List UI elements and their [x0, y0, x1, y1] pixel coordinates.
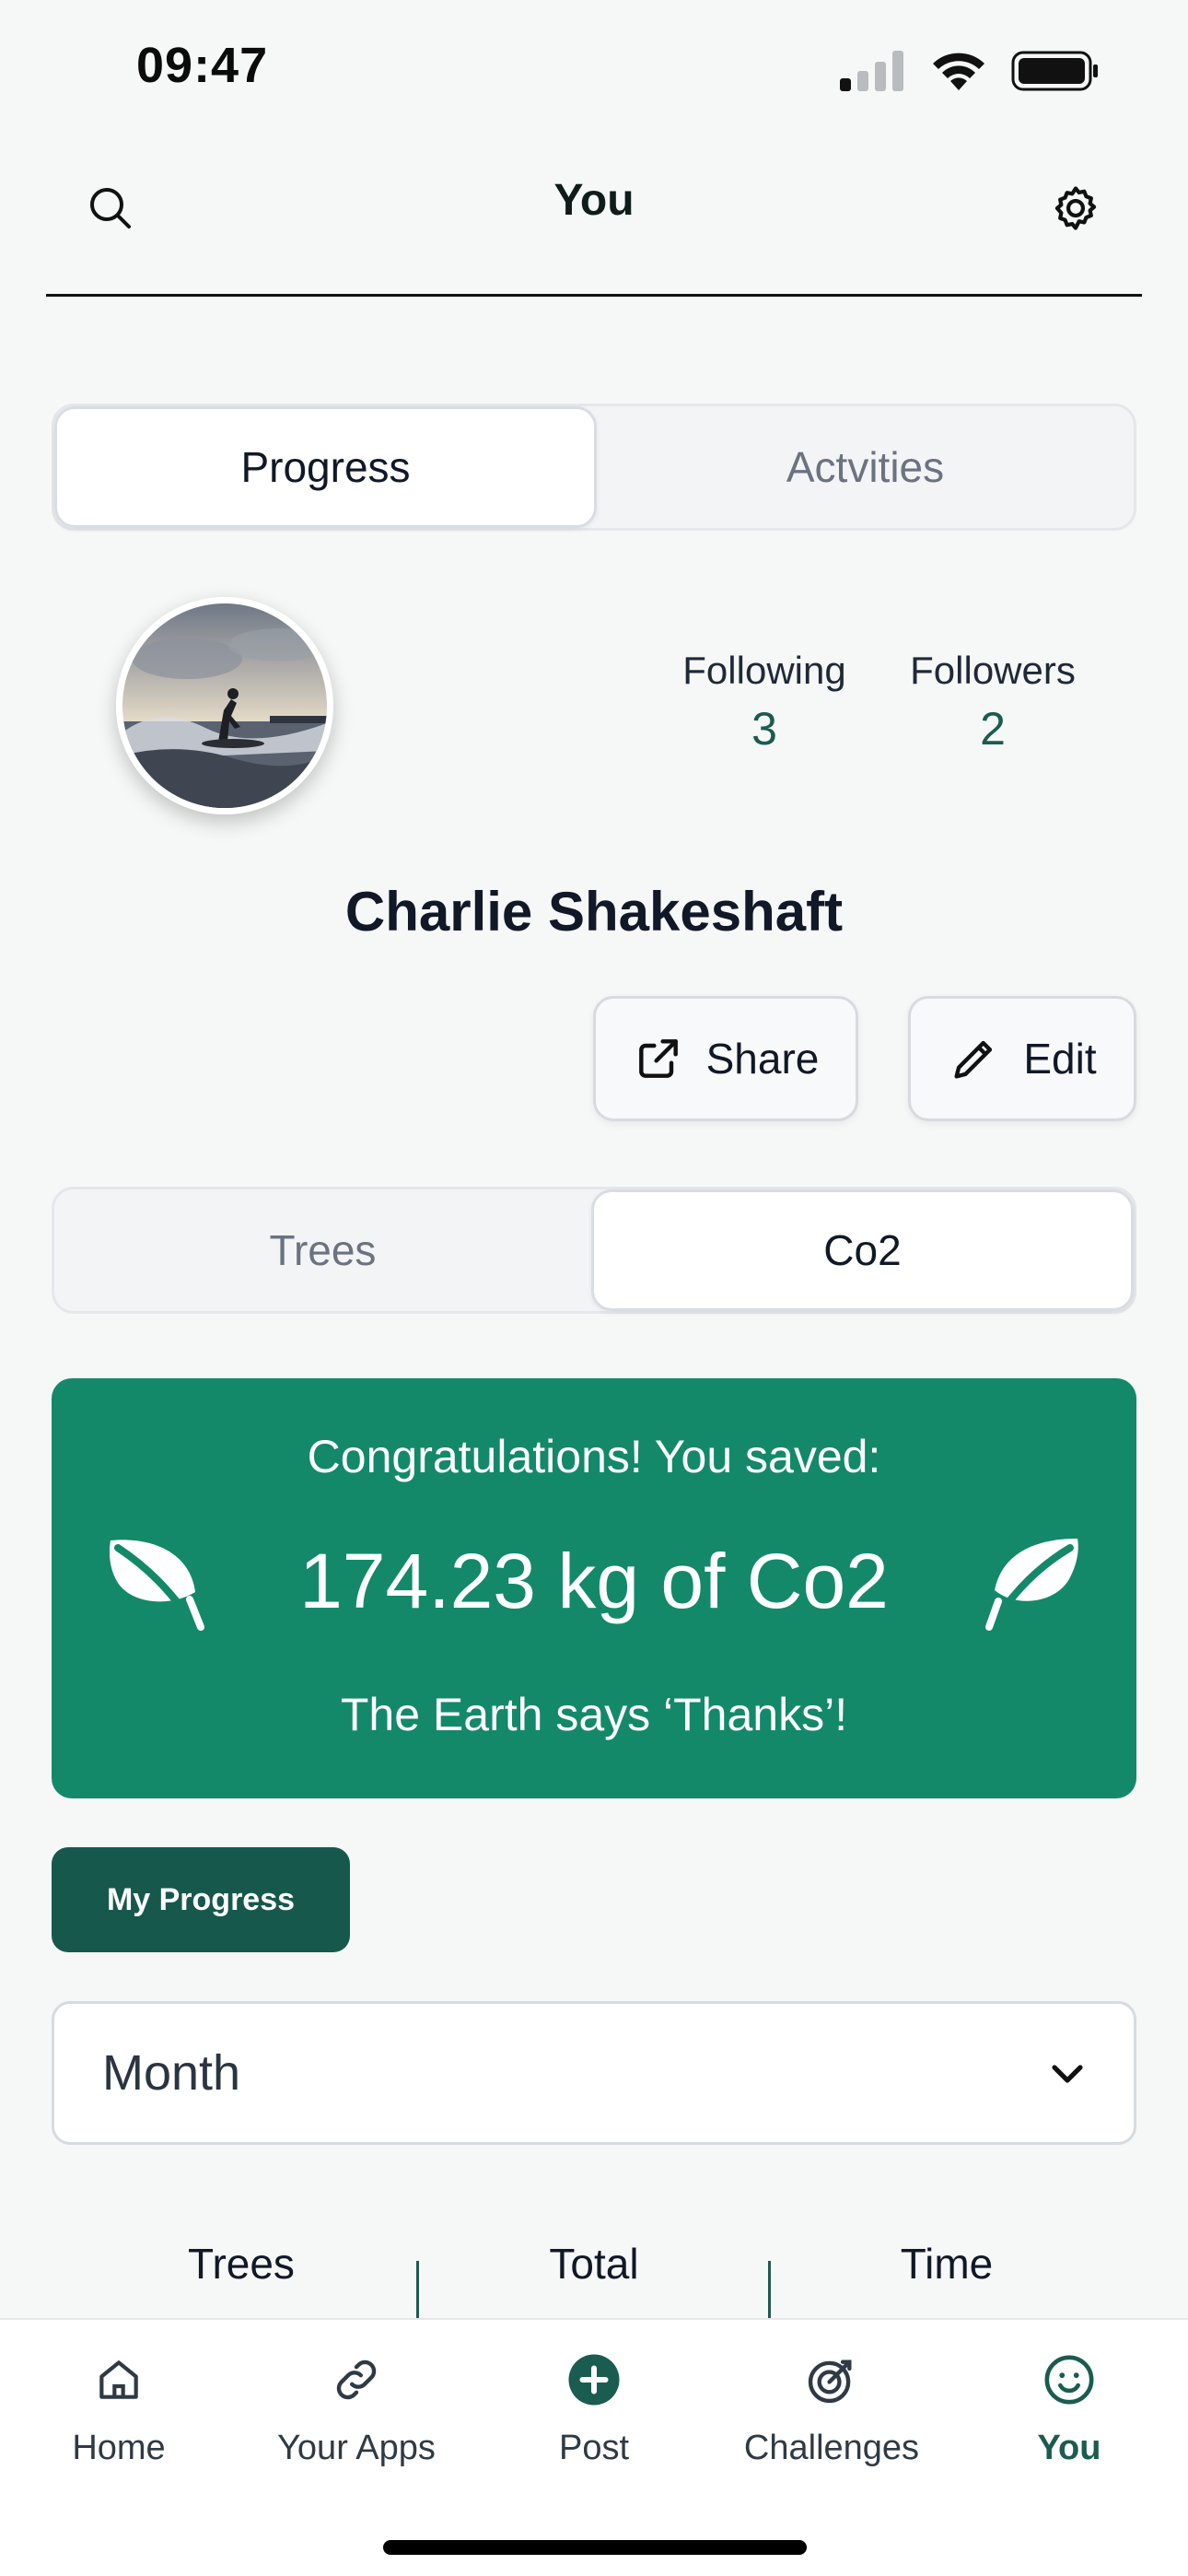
tab-challenges[interactable]: Challenges [716, 2348, 947, 2468]
wifi-icon [933, 53, 984, 90]
followers-count: 2 [980, 703, 1006, 755]
share-button[interactable]: Share [593, 996, 858, 1121]
savings-banner: Congratulations! You saved: 174.23 kg of… [52, 1378, 1136, 1798]
edit-label: Edit [1023, 1035, 1097, 1083]
leaf-icon [985, 1539, 1078, 1631]
tab-home[interactable]: Home [4, 2348, 234, 2468]
profile-tabs: Progress Actvities [52, 404, 1136, 531]
followers-label: Followers [910, 649, 1076, 692]
tab-co2[interactable]: Co2 [591, 1189, 1134, 1311]
following-label: Following [682, 649, 846, 692]
progress-summary: Trees Total Time [0, 2239, 1188, 2344]
bottom-tab-bar: Home Your Apps Post Challenges You [0, 2318, 1188, 2576]
tab-home-label: Home [72, 2429, 166, 2467]
edit-button[interactable]: Edit [908, 996, 1136, 1121]
tab-your-apps[interactable]: Your Apps [241, 2348, 472, 2468]
summary-trees-label: Trees [188, 2240, 295, 2288]
tab-progress[interactable]: Progress [54, 406, 597, 528]
period-select[interactable]: Month [52, 2001, 1136, 2145]
tab-your-apps-label: Your Apps [277, 2429, 436, 2467]
status-time: 09:47 [136, 38, 269, 93]
following-stat[interactable]: Following 3 [672, 649, 856, 755]
tab-activities[interactable]: Actvities [597, 406, 1134, 528]
target-icon [808, 2359, 852, 2404]
tab-challenges-label: Challenges [743, 2429, 920, 2467]
followers-stat[interactable]: Followers 2 [899, 649, 1087, 755]
following-count: 3 [751, 703, 777, 755]
avatar[interactable] [116, 597, 333, 814]
co2-amount: 174.23 kg of Co2 [299, 1538, 889, 1624]
top-header: You [46, 138, 1142, 297]
summary-trees: Trees [120, 2239, 363, 2296]
page-title: You [553, 176, 635, 225]
smile-icon [1044, 2355, 1094, 2405]
tab-you[interactable]: You [954, 2348, 1184, 2468]
summary-total: Total [473, 2239, 715, 2296]
profile-name: Charlie Shakeshaft [344, 881, 844, 943]
external-link-icon [638, 1039, 678, 1078]
summary-total-label: Total [549, 2240, 639, 2288]
tab-trees[interactable]: Trees [54, 1189, 591, 1311]
status-icons [840, 50, 1100, 92]
banner-thanks: The Earth says ‘Thanks’! [340, 1689, 848, 1740]
pencil-icon [954, 1040, 993, 1079]
home-indicator[interactable] [383, 2540, 807, 2555]
tab-post-label: Post [558, 2429, 630, 2467]
banner-heading: Congratulations! You saved: [307, 1431, 881, 1482]
summary-time-label: Time [900, 2240, 994, 2288]
settings-gear-icon[interactable] [1046, 179, 1105, 238]
link-icon [336, 2359, 377, 2400]
summary-time: Time [825, 2239, 1068, 2296]
share-label: Share [705, 1035, 820, 1083]
metric-tabs: Trees Co2 [52, 1187, 1136, 1314]
plus-circle-icon [568, 2354, 620, 2406]
my-progress-button[interactable]: My Progress [52, 1847, 350, 1952]
home-icon [99, 2360, 138, 2399]
tab-you-label: You [1037, 2429, 1101, 2467]
battery-icon [1011, 51, 1098, 91]
chevron-down-icon [1052, 2065, 1083, 2083]
tab-post[interactable]: Post [479, 2348, 709, 2468]
signal-icon [840, 51, 903, 91]
status-bar: 09:47 [0, 0, 1188, 138]
period-select-value: Month [102, 2045, 241, 2101]
